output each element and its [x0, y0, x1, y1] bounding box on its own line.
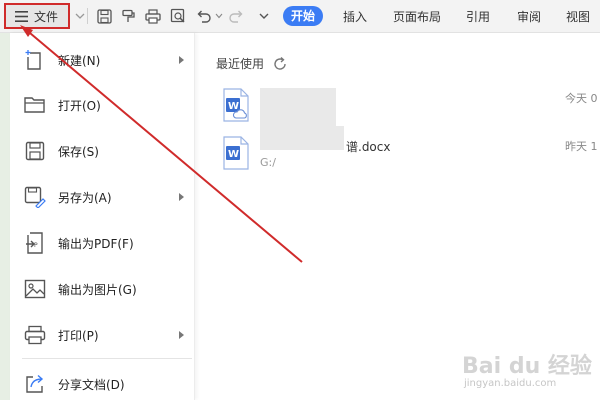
menu-item-label: 打印(P) — [58, 328, 99, 343]
save-icon — [24, 140, 46, 162]
file-menu: 新建(N) 打开(O) 保存(S) 另存为(A) P 输出为PDF(F) 输出为… — [10, 33, 195, 400]
watermark-url: jingyan.baidu.com — [464, 378, 557, 389]
svg-text:W: W — [228, 101, 239, 112]
menu-item-label: 新建(N) — [58, 53, 101, 68]
menu-item-save[interactable]: 保存(S) — [10, 133, 195, 169]
recent-file-time: 昨天 1 — [565, 140, 598, 153]
recent-title: 最近使用 — [216, 57, 265, 71]
hamburger-icon — [15, 10, 28, 22]
menu-item-open[interactable]: 打开(O) — [10, 87, 195, 123]
document-edge — [0, 33, 10, 400]
menu-item-label: 输出为PDF(F) — [58, 236, 134, 251]
recent-file-name: 谱.docx — [346, 140, 391, 154]
redacted-filename — [260, 126, 344, 150]
submenu-arrow-icon — [179, 193, 184, 201]
format-painter-icon[interactable] — [120, 8, 136, 24]
print-icon — [24, 324, 46, 346]
menu-item-label: 输出为图片(G) — [58, 282, 137, 297]
menu-item-export-image[interactable]: 输出为图片(G) — [10, 271, 195, 307]
redacted-filename — [260, 88, 336, 126]
undo-icon[interactable] — [196, 8, 212, 24]
tab-review[interactable]: 审阅 — [517, 8, 541, 25]
menu-item-new[interactable]: 新建(N) — [10, 42, 195, 78]
print-preview-icon[interactable] — [170, 8, 186, 24]
menu-item-export-pdf[interactable]: P 输出为PDF(F) — [10, 225, 195, 261]
recent-file-row[interactable]: W 谱.docx G:/ 昨天 1 — [216, 126, 600, 180]
menu-item-label: 打开(O) — [58, 98, 101, 113]
undo-dropdown-icon[interactable] — [211, 8, 227, 24]
submenu-arrow-icon — [179, 331, 184, 339]
recent-file-path: G:/ — [260, 156, 276, 169]
share-icon — [24, 373, 46, 395]
open-folder-icon — [24, 94, 46, 116]
svg-text:W: W — [228, 149, 239, 160]
menu-item-label: 保存(S) — [58, 144, 99, 159]
tab-insert[interactable]: 插入 — [343, 8, 367, 25]
export-image-icon — [24, 278, 46, 300]
more-dropdown-icon[interactable] — [256, 8, 272, 24]
file-dropdown-icon[interactable] — [72, 8, 88, 24]
word-document-icon: W — [223, 136, 249, 170]
menu-item-label: 分享文档(D) — [58, 377, 125, 392]
submenu-arrow-icon — [179, 56, 184, 64]
refresh-icon[interactable] — [272, 56, 288, 72]
save-as-icon — [24, 186, 46, 208]
menu-item-label: 另存为(A) — [58, 190, 112, 205]
word-document-icon: W — [223, 88, 249, 122]
menu-divider — [22, 358, 192, 359]
recent-header: 最近使用 — [216, 55, 288, 72]
toolbar-separator — [87, 8, 88, 24]
export-pdf-icon: P — [24, 232, 46, 254]
top-toolbar: 文件 开始 插入 页面布局 引用 审阅 视图 — [0, 0, 600, 33]
save-icon[interactable] — [96, 8, 112, 24]
tab-page-layout[interactable]: 页面布局 — [393, 8, 441, 25]
baidu-watermark: Bai du 经验 jingyan.baidu.com — [462, 348, 592, 394]
recent-file-time: 今天 0 — [565, 92, 598, 105]
menu-item-print[interactable]: 打印(P) — [10, 317, 195, 353]
tab-view[interactable]: 视图 — [566, 8, 590, 25]
redo-icon[interactable] — [228, 8, 244, 24]
file-menu-label: 文件 — [34, 9, 59, 24]
menu-item-save-as[interactable]: 另存为(A) — [10, 179, 195, 215]
file-menu-button[interactable]: 文件 — [4, 3, 70, 29]
watermark-logo: Bai du 经验 — [462, 354, 592, 379]
menu-item-share[interactable]: 分享文档(D) — [10, 366, 195, 400]
tab-references[interactable]: 引用 — [466, 8, 490, 25]
tab-home[interactable]: 开始 — [283, 6, 324, 26]
svg-text:P: P — [34, 242, 38, 249]
new-document-icon — [24, 49, 46, 71]
print-icon[interactable] — [145, 8, 161, 24]
